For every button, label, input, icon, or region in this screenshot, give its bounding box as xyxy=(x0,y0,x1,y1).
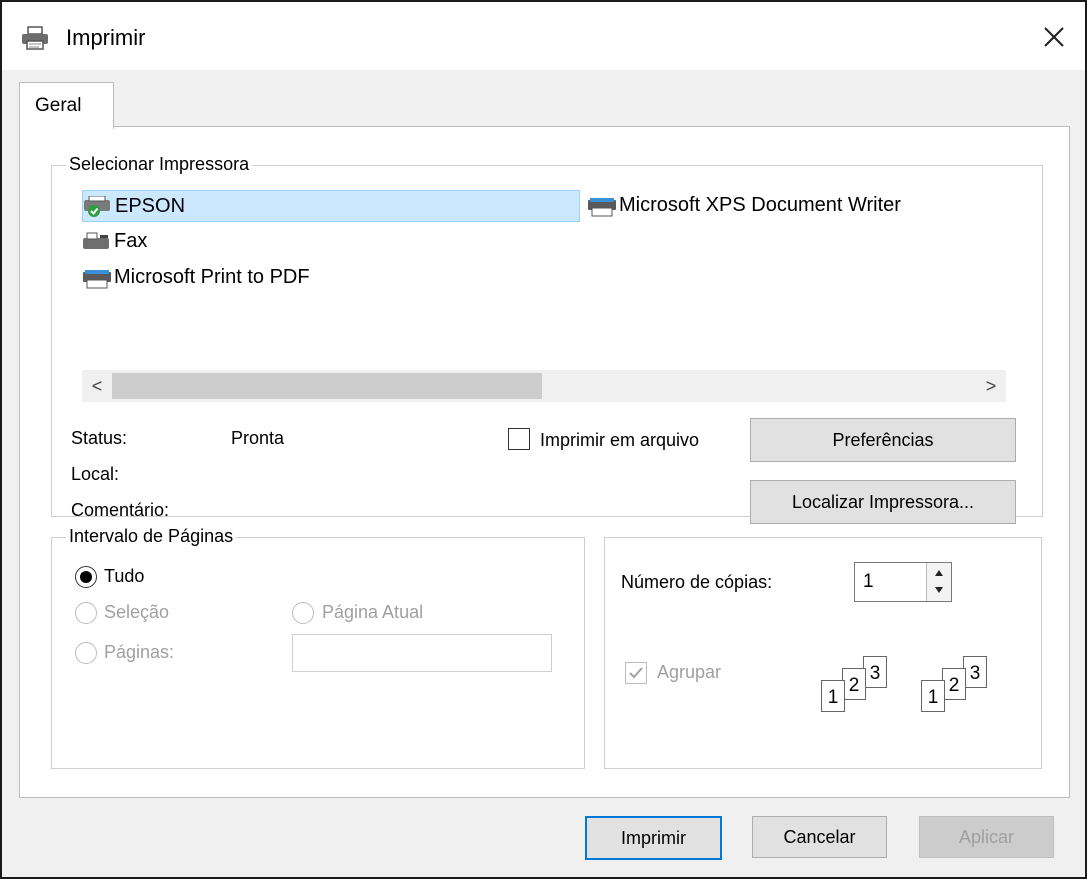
select-printer-group: Selecionar Impressora EPSON Fax Microsof… xyxy=(51,154,1043,524)
copies-stepper[interactable]: 1 xyxy=(854,562,952,602)
tab-general[interactable]: Geral xyxy=(19,82,114,129)
printer-list-scrollbar[interactable]: < > xyxy=(82,370,1006,402)
printer-icon xyxy=(588,197,616,217)
spinner-buttons xyxy=(926,563,951,601)
printer-name: Fax xyxy=(114,230,148,252)
collate-checkbox[interactable] xyxy=(625,662,647,684)
printer-name: EPSON xyxy=(115,195,186,217)
all-pages-radio[interactable] xyxy=(75,566,97,588)
page-doc-3: 3 xyxy=(863,656,887,688)
pages-radio[interactable] xyxy=(75,642,97,664)
copies-group: Número de cópias: 1 Agrupar 3 2 1 3 2 1 xyxy=(604,537,1042,769)
print-dialog: Imprimir Geral Selecionar Impressora EPS… xyxy=(0,0,1087,879)
page-doc-2: 2 xyxy=(842,668,866,700)
scroll-right-icon[interactable]: > xyxy=(976,370,1006,402)
copies-value: 1 xyxy=(863,571,874,592)
checkmark-icon xyxy=(629,667,643,679)
scrollbar-thumb[interactable] xyxy=(112,373,542,399)
page-range-title: Intervalo de Páginas xyxy=(66,526,237,547)
default-printer-icon xyxy=(84,195,110,217)
printer-item-epson[interactable]: EPSON xyxy=(82,190,580,222)
selection-label: Seleção xyxy=(104,602,170,622)
apply-button[interactable]: Aplicar xyxy=(919,816,1054,858)
general-panel: Selecionar Impressora EPSON Fax Microsof… xyxy=(19,126,1070,798)
collate-label: Agrupar xyxy=(657,662,722,682)
printer-list[interactable]: EPSON Fax Microsoft Print to PDF Microso… xyxy=(82,180,1002,370)
printer-icon xyxy=(83,269,111,289)
status-label: Status: xyxy=(71,428,128,448)
page-doc-2: 2 xyxy=(942,668,966,700)
window-title: Imprimir xyxy=(66,25,146,50)
pages-input[interactable] xyxy=(292,634,552,672)
page-doc-3: 3 xyxy=(963,656,987,688)
print-to-file-checkbox[interactable] xyxy=(508,428,530,450)
status-value: Pronta xyxy=(231,428,285,448)
printer-item-fax[interactable]: Fax xyxy=(82,226,147,256)
spin-up-icon[interactable] xyxy=(927,563,951,582)
page-doc-1: 1 xyxy=(821,680,845,712)
printer-item-xps[interactable]: Microsoft XPS Document Writer xyxy=(587,190,901,220)
title-bar: Imprimir xyxy=(2,2,1085,70)
comment-label: Comentário: xyxy=(71,500,170,520)
all-pages-label: Tudo xyxy=(104,566,145,586)
spin-down-icon[interactable] xyxy=(927,582,951,601)
copies-label: Número de cópias: xyxy=(621,572,773,592)
page-doc-1: 1 xyxy=(921,680,945,712)
page-range-group: Intervalo de Páginas Tudo Seleção Página… xyxy=(51,526,585,769)
printer-item-pdf[interactable]: Microsoft Print to PDF xyxy=(82,262,310,292)
select-printer-title: Selecionar Impressora xyxy=(66,154,253,175)
printer-name: Microsoft XPS Document Writer xyxy=(619,194,901,216)
printer-icon xyxy=(22,26,48,50)
current-page-label: Página Atual xyxy=(322,602,424,622)
close-icon xyxy=(1044,27,1064,47)
scroll-left-icon[interactable]: < xyxy=(82,370,112,402)
cancel-button[interactable]: Cancelar xyxy=(752,816,887,858)
find-printer-button[interactable]: Localizar Impressora... xyxy=(750,480,1016,524)
current-page-radio[interactable] xyxy=(292,602,314,624)
pages-label: Páginas: xyxy=(104,642,175,662)
printer-name: Microsoft Print to PDF xyxy=(114,266,310,288)
close-button[interactable] xyxy=(1031,16,1077,56)
local-label: Local: xyxy=(71,464,120,484)
print-to-file-label: Imprimir em arquivo xyxy=(540,430,700,450)
tab-general-label: Geral xyxy=(35,95,82,116)
fax-icon xyxy=(83,232,109,249)
selection-radio[interactable] xyxy=(75,602,97,624)
preferences-button[interactable]: Preferências xyxy=(750,418,1016,462)
print-button[interactable]: Imprimir xyxy=(585,816,722,860)
